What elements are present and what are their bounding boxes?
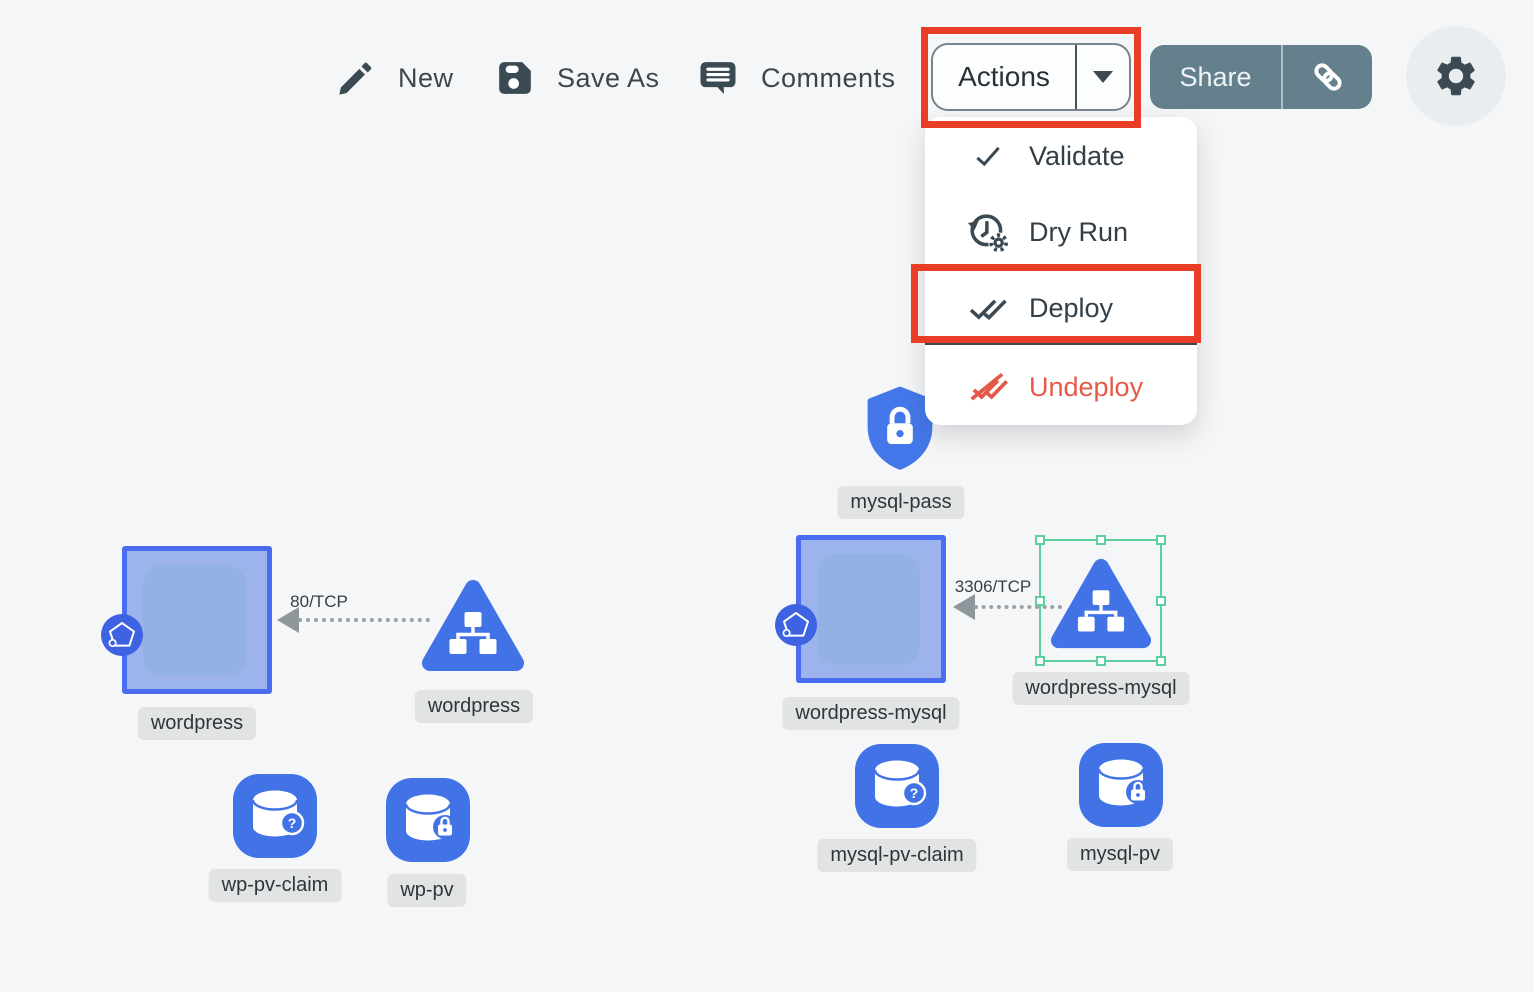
- double-check-slash-icon: [965, 370, 1011, 404]
- volume-lock-icon: [386, 778, 470, 862]
- gear-icon: [1432, 52, 1480, 100]
- selection-handle-ne[interactable]: [1156, 535, 1166, 545]
- edge-line: [298, 618, 430, 622]
- node-label: wordpress-mysql: [1012, 672, 1189, 705]
- volume-lock-icon: [1079, 743, 1163, 827]
- floppy-icon: [495, 58, 535, 98]
- menu-item-validate[interactable]: Validate: [925, 127, 1197, 185]
- node-label: mysql-pass: [837, 486, 964, 519]
- double-check-icon: [965, 291, 1011, 325]
- menu-item-dry-run[interactable]: Dry Run: [925, 203, 1197, 261]
- actions-menu: Validate Dry Run Deploy: [925, 117, 1197, 425]
- chat-icon: [697, 58, 739, 98]
- new-label: New: [398, 63, 454, 94]
- node-label: wordpress-mysql: [782, 697, 959, 730]
- edge-label: 80/TCP: [290, 592, 348, 612]
- node-pv-wp-pv[interactable]: [386, 778, 470, 862]
- share-label[interactable]: Share: [1150, 45, 1281, 109]
- history-gear-icon: [965, 211, 1011, 253]
- svg-text:?: ?: [288, 815, 297, 831]
- node-label: wordpress: [138, 707, 256, 740]
- menu-item-undeploy[interactable]: Undeploy: [925, 358, 1197, 416]
- node-label: wordpress: [415, 690, 533, 723]
- node-label: wp-pv: [387, 874, 466, 907]
- node-deployment-wordpress[interactable]: [122, 546, 272, 694]
- menu-item-undeploy-label: Undeploy: [1029, 372, 1143, 403]
- deployment-inner-pane: [143, 565, 246, 676]
- selection-handle-sw[interactable]: [1035, 656, 1045, 666]
- check-icon: [965, 141, 1011, 171]
- node-deployment-wordpress-mysql[interactable]: [796, 535, 946, 683]
- menu-divider: [925, 342, 1197, 345]
- comments-button[interactable]: Comments: [697, 55, 896, 101]
- node-label: mysql-pv: [1067, 838, 1173, 871]
- app-canvas: New Save As Comments Actions Share: [0, 0, 1534, 992]
- selection-box: [1039, 539, 1162, 662]
- selection-handle-se[interactable]: [1156, 656, 1166, 666]
- node-label: wp-pv-claim: [209, 869, 342, 902]
- pencil-icon: [336, 58, 376, 98]
- share-link-button[interactable]: [1283, 45, 1372, 109]
- settings-button[interactable]: [1406, 26, 1506, 126]
- deployment-inner-pane: [817, 554, 920, 665]
- node-label: mysql-pv-claim: [817, 839, 976, 872]
- menu-item-deploy[interactable]: Deploy: [925, 279, 1197, 337]
- menu-item-validate-label: Validate: [1029, 141, 1125, 172]
- selection-handle-n[interactable]: [1096, 535, 1106, 545]
- link-icon: [1310, 59, 1346, 95]
- selection-handle-e[interactable]: [1156, 596, 1166, 606]
- actions-button[interactable]: Actions: [931, 43, 1131, 111]
- node-pvc-wp-pv-claim[interactable]: ?: [233, 774, 317, 858]
- actions-dropdown-toggle[interactable]: [1077, 45, 1129, 109]
- share-button[interactable]: Share: [1150, 45, 1372, 109]
- edge-arrowhead: [953, 594, 975, 620]
- menu-item-deploy-label: Deploy: [1029, 293, 1113, 324]
- comments-label: Comments: [761, 63, 896, 94]
- save-as-label: Save As: [557, 63, 660, 94]
- selection-handle-nw[interactable]: [1035, 535, 1045, 545]
- edge-label: 3306/TCP: [955, 577, 1032, 597]
- menu-item-dry-run-label: Dry Run: [1029, 217, 1128, 248]
- pod-badge-icon: [774, 603, 818, 652]
- actions-label[interactable]: Actions: [933, 45, 1075, 109]
- new-button[interactable]: New: [336, 55, 454, 101]
- volume-claim-icon: ?: [233, 774, 317, 858]
- save-as-button[interactable]: Save As: [495, 55, 660, 101]
- selection-handle-s[interactable]: [1096, 656, 1106, 666]
- volume-claim-icon: ?: [855, 744, 939, 828]
- node-pvc-mysql-pv-claim[interactable]: ?: [855, 744, 939, 828]
- svg-text:?: ?: [910, 785, 919, 801]
- node-service-wordpress[interactable]: [421, 576, 525, 685]
- pod-badge-icon: [100, 613, 144, 662]
- service-triangle-icon: [421, 576, 525, 680]
- chevron-down-icon: [1093, 71, 1113, 83]
- selection-handle-w[interactable]: [1035, 596, 1045, 606]
- node-pv-mysql-pv[interactable]: [1079, 743, 1163, 827]
